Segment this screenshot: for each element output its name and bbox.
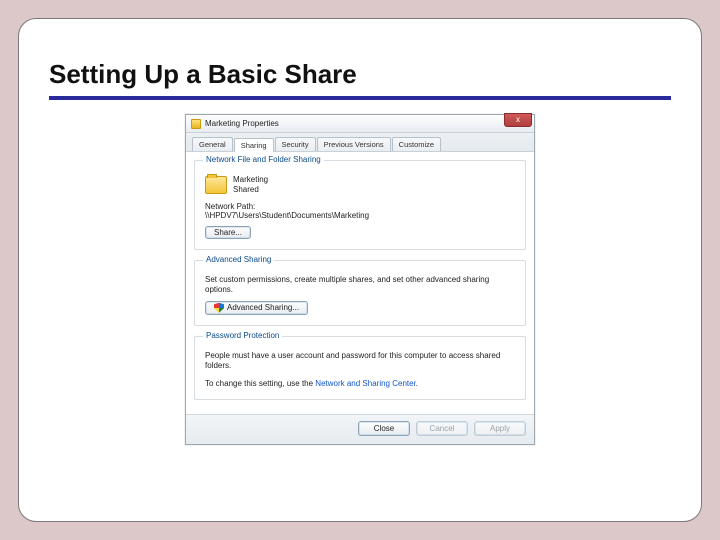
dialog-title: Marketing Properties: [205, 119, 279, 128]
network-path-value: \\HPDV7\Users\Student\Documents\Marketin…: [205, 211, 515, 220]
group-password-protection: Password Protection People must have a u…: [194, 336, 526, 400]
group-title-advanced: Advanced Sharing: [203, 255, 274, 264]
change-suffix: .: [416, 379, 418, 388]
cancel-button[interactable]: Cancel: [416, 421, 468, 436]
dialog-button-row: Close Cancel Apply: [186, 414, 534, 444]
network-sharing-center-link[interactable]: Network and Sharing Center: [315, 379, 416, 388]
password-desc: People must have a user account and pass…: [205, 351, 515, 371]
advanced-desc: Set custom permissions, create multiple …: [205, 275, 515, 295]
tab-general[interactable]: General: [192, 137, 233, 151]
group-advanced-sharing: Advanced Sharing Set custom permissions,…: [194, 260, 526, 326]
sharing-sheet: Network File and Folder Sharing Marketin…: [186, 152, 534, 414]
group-network-file-sharing: Network File and Folder Sharing Marketin…: [194, 160, 526, 250]
network-path-label: Network Path:: [205, 202, 515, 211]
tab-sharing[interactable]: Sharing: [234, 138, 274, 152]
advanced-sharing-button[interactable]: Advanced Sharing...: [205, 301, 308, 315]
tab-security[interactable]: Security: [275, 137, 316, 151]
advanced-sharing-label: Advanced Sharing...: [227, 303, 299, 312]
change-prefix: To change this setting, use the: [205, 379, 315, 388]
group-title-password: Password Protection: [203, 331, 282, 340]
shield-icon: [214, 303, 224, 313]
tab-previous-versions[interactable]: Previous Versions: [317, 137, 391, 151]
page-title: Setting Up a Basic Share: [49, 59, 671, 90]
folder-name: Marketing: [233, 175, 268, 185]
close-button[interactable]: x: [504, 113, 532, 127]
apply-button[interactable]: Apply: [474, 421, 526, 436]
folder-icon: [205, 176, 227, 194]
group-title-nfs: Network File and Folder Sharing: [203, 155, 324, 164]
properties-dialog: Marketing Properties x General Sharing S…: [185, 114, 535, 445]
password-change-text: To change this setting, use the Network …: [205, 379, 515, 389]
share-button[interactable]: Share...: [205, 226, 251, 239]
tabstrip: General Sharing Security Previous Versio…: [186, 133, 534, 152]
folder-icon: [191, 119, 201, 129]
share-state: Shared: [233, 185, 268, 195]
close-button[interactable]: Close: [358, 421, 410, 436]
dialog-titlebar: Marketing Properties x: [186, 115, 534, 133]
folder-meta: Marketing Shared: [233, 175, 268, 196]
title-underline: [49, 96, 671, 100]
tab-customize[interactable]: Customize: [392, 137, 441, 151]
